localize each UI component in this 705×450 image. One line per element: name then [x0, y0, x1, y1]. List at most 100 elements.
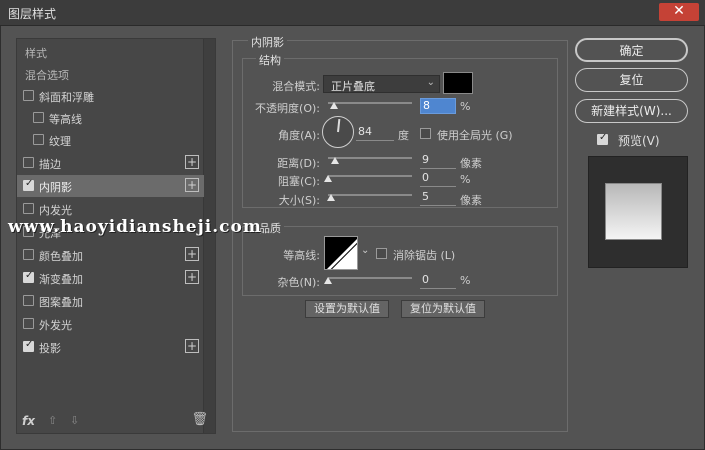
chevron-down-icon[interactable]: ⌄ — [361, 245, 369, 256]
size-unit: 像素 — [460, 194, 482, 207]
style-item-label: 渐变叠加 — [39, 273, 83, 286]
styles-list-scrollbar[interactable] — [203, 39, 215, 433]
style-item-outer-glow[interactable]: 外发光 — [17, 313, 204, 335]
close-button[interactable]: ✕ — [659, 3, 699, 21]
style-item-gradient-overlay[interactable]: 渐变叠加 + — [17, 267, 204, 289]
inner-shadow-checkbox[interactable] — [23, 178, 34, 191]
move-down-icon[interactable]: ⇩ — [70, 414, 79, 427]
style-item-label: 混合选项 — [25, 69, 69, 82]
style-item-label: 光泽 — [39, 227, 61, 240]
style-item-label: 内发光 — [39, 204, 72, 217]
outer-glow-checkbox[interactable] — [23, 318, 34, 329]
opacity-slider-thumb[interactable] — [330, 102, 338, 109]
trash-icon[interactable]: 🗑 — [191, 412, 208, 427]
blend-mode-select[interactable]: 正片叠底 ⌄ — [323, 75, 440, 93]
move-up-icon[interactable]: ⇧ — [48, 414, 57, 427]
reset-default-button[interactable]: 复位为默认值 — [401, 300, 485, 318]
drop-shadow-checkbox[interactable] — [23, 339, 34, 352]
shadow-color-swatch[interactable] — [443, 72, 473, 94]
distance-slider-thumb[interactable] — [331, 157, 339, 164]
style-item-label: 颜色叠加 — [39, 250, 83, 263]
fx-icon[interactable]: fx — [22, 414, 35, 428]
title-bar: 图层样式 ✕ — [0, 0, 705, 26]
angle-label: 角度(A): — [278, 129, 320, 142]
angle-input[interactable]: 84 — [356, 125, 394, 141]
styles-list: 样式 混合选项 斜面和浮雕 等高线 纹理 描边 + 内阴影 + 内发光 光泽 颜… — [16, 38, 216, 434]
distance-label: 距离(D): — [277, 157, 320, 170]
style-item-drop-shadow[interactable]: 投影 + — [17, 336, 204, 358]
size-input[interactable]: 5 — [420, 190, 456, 206]
style-item-inner-glow[interactable]: 内发光 — [17, 198, 204, 220]
reset-button[interactable]: 复位 — [575, 68, 688, 92]
stroke-checkbox[interactable] — [23, 157, 34, 168]
style-item-label: 描边 — [39, 158, 61, 171]
satin-checkbox[interactable] — [23, 226, 34, 237]
antialias-label: 消除锯齿 (L) — [393, 249, 456, 262]
style-item-label: 纹理 — [49, 135, 71, 148]
noise-slider-thumb[interactable] — [324, 277, 332, 284]
size-slider-track[interactable] — [328, 194, 412, 196]
preview-label: 预览(V) — [618, 134, 660, 148]
distance-unit: 像素 — [460, 157, 482, 170]
style-item-texture[interactable]: 纹理 — [17, 129, 204, 151]
style-item-inner-shadow[interactable]: 内阴影 + — [17, 175, 204, 197]
add-stroke-button[interactable]: + — [185, 155, 199, 169]
style-item-contour[interactable]: 等高线 — [17, 107, 204, 129]
noise-unit: % — [460, 274, 471, 287]
choke-slider-track[interactable] — [328, 175, 412, 177]
style-item-label: 内阴影 — [39, 181, 72, 194]
global-light-label: 使用全局光 (G) — [437, 129, 513, 142]
distance-input[interactable]: 9 — [420, 153, 456, 169]
set-default-button[interactable]: 设置为默认值 — [305, 300, 389, 318]
style-item-blending-options[interactable]: 混合选项 — [17, 63, 204, 85]
chevron-down-icon: ⌄ — [426, 77, 435, 88]
opacity-label: 不透明度(O): — [255, 102, 320, 115]
choke-input[interactable]: 0 — [420, 171, 456, 187]
distance-slider-track[interactable] — [328, 157, 412, 159]
opacity-input[interactable]: 8 — [420, 98, 456, 114]
inner-glow-checkbox[interactable] — [23, 203, 34, 214]
style-item-styles[interactable]: 样式 — [17, 41, 204, 63]
quality-title: 品质 — [256, 220, 284, 236]
ok-button[interactable]: 确定 — [575, 38, 688, 62]
add-inner-shadow-button[interactable]: + — [185, 178, 199, 192]
style-item-stroke[interactable]: 描边 + — [17, 152, 204, 174]
style-item-label: 投影 — [39, 342, 61, 355]
size-slider-thumb[interactable] — [327, 194, 335, 201]
new-style-button[interactable]: 新建样式(W)... — [575, 99, 688, 123]
choke-label: 阻塞(C): — [278, 175, 320, 188]
size-label: 大小(S): — [278, 194, 320, 207]
add-color-overlay-button[interactable]: + — [185, 247, 199, 261]
contour-label: 等高线: — [283, 249, 320, 262]
style-item-label: 图案叠加 — [39, 296, 83, 309]
add-gradient-overlay-button[interactable]: + — [185, 270, 199, 284]
style-item-label: 外发光 — [39, 319, 72, 332]
contour-checkbox[interactable] — [33, 112, 44, 123]
antialias-checkbox[interactable] — [376, 248, 387, 259]
style-item-color-overlay[interactable]: 颜色叠加 + — [17, 244, 204, 266]
opacity-unit: % — [460, 100, 471, 113]
noise-slider-track[interactable] — [328, 277, 412, 279]
style-item-label: 样式 — [25, 47, 47, 60]
texture-checkbox[interactable] — [33, 134, 44, 145]
blend-mode-label: 混合模式: — [272, 80, 320, 93]
style-item-bevel-emboss[interactable]: 斜面和浮雕 — [17, 85, 204, 107]
opacity-slider-track[interactable] — [328, 102, 412, 104]
bevel-emboss-checkbox[interactable] — [23, 90, 34, 101]
window-title: 图层样式 — [8, 7, 57, 21]
noise-input[interactable]: 0 — [420, 273, 456, 289]
global-light-checkbox[interactable] — [420, 128, 431, 139]
preview-checkbox[interactable] — [597, 132, 608, 145]
style-item-satin[interactable]: 光泽 — [17, 221, 204, 243]
noise-label: 杂色(N): — [277, 276, 320, 289]
color-overlay-checkbox[interactable] — [23, 249, 34, 260]
structure-title: 结构 — [256, 52, 284, 68]
contour-picker[interactable] — [324, 236, 358, 270]
pattern-overlay-checkbox[interactable] — [23, 295, 34, 306]
style-item-pattern-overlay[interactable]: 图案叠加 — [17, 290, 204, 312]
choke-slider-thumb[interactable] — [324, 175, 332, 182]
angle-dial[interactable] — [322, 116, 354, 148]
add-drop-shadow-button[interactable]: + — [185, 339, 199, 353]
gradient-overlay-checkbox[interactable] — [23, 270, 34, 283]
angle-unit: 度 — [398, 129, 409, 142]
